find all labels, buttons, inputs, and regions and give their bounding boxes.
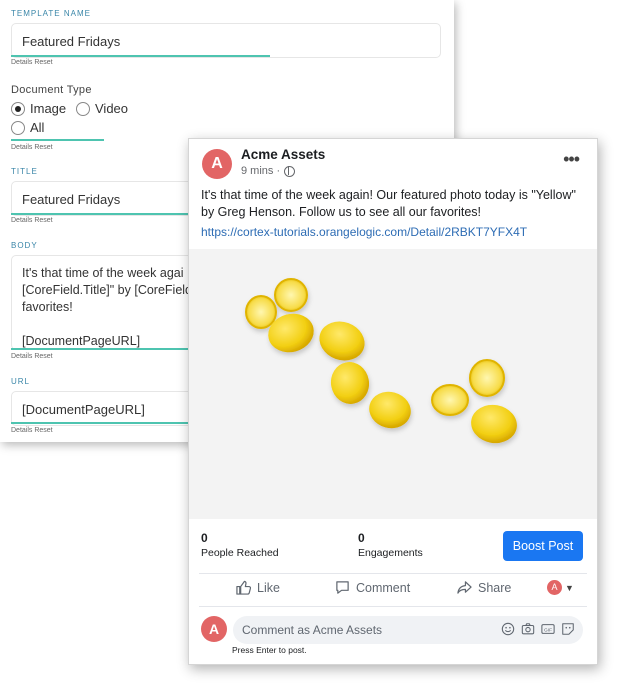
post-time: 9 mins ·: [241, 165, 296, 177]
title-details-reset[interactable]: Details Reset: [11, 217, 53, 224]
comment-input[interactable]: Comment as Acme Assets GIF: [233, 616, 583, 644]
document-type-details-reset[interactable]: Details Reset: [11, 144, 53, 151]
chevron-down-icon: ▼: [565, 582, 574, 593]
radio-unselected-icon: [76, 101, 90, 116]
sticker-icon[interactable]: [561, 622, 575, 636]
radio-selected-icon: [11, 101, 25, 116]
share-icon: [457, 580, 472, 595]
document-type-progress: [11, 139, 104, 141]
comment-tools: GIF: [501, 622, 575, 636]
page-name[interactable]: Acme Assets: [241, 147, 325, 162]
radio-video[interactable]: Video: [76, 101, 128, 116]
url-details-reset[interactable]: Details Reset: [11, 427, 53, 434]
share-label: Share: [478, 580, 512, 595]
comment-icon: [335, 580, 350, 595]
boost-post-button[interactable]: Boost Post: [503, 531, 583, 561]
emoji-icon[interactable]: [501, 622, 515, 636]
post-text: It's that time of the week again! Our fe…: [201, 188, 576, 219]
template-name-input[interactable]: Featured Fridays: [11, 23, 441, 58]
page-avatar[interactable]: A: [202, 149, 232, 179]
comment-button[interactable]: Comment: [335, 580, 410, 595]
more-options-icon[interactable]: •••: [563, 149, 580, 170]
people-reached-count: 0: [201, 531, 208, 545]
actions-divider-bottom: [199, 606, 587, 607]
radio-image-label: Image: [30, 101, 67, 116]
actions-divider-top: [199, 573, 587, 574]
engagements-count: 0: [358, 531, 365, 545]
title-label: TITLE: [11, 167, 38, 176]
radio-video-label: Video: [95, 101, 129, 116]
post-time-text: 9 mins ·: [241, 165, 281, 177]
template-name-details-reset[interactable]: Details Reset: [11, 59, 53, 66]
document-type-label: Document Type: [11, 84, 92, 96]
press-enter-hint: Press Enter to post.: [232, 645, 307, 655]
commenter-avatar[interactable]: A: [201, 616, 227, 642]
post-as-selector[interactable]: A ▼: [547, 580, 574, 595]
radio-all-label: All: [30, 120, 45, 135]
like-label: Like: [257, 580, 280, 595]
radio-image[interactable]: Image: [11, 101, 66, 116]
like-button[interactable]: Like: [236, 580, 280, 595]
share-button[interactable]: Share: [457, 580, 511, 595]
template-name-label: TEMPLATE NAME: [11, 9, 91, 18]
post-photo[interactable]: [189, 249, 597, 519]
comment-label: Comment: [356, 580, 411, 595]
post-preview-card: A Acme Assets 9 mins · ••• It's that tim…: [188, 138, 598, 665]
body-details-reset[interactable]: Details Reset: [11, 353, 53, 360]
camera-icon[interactable]: [521, 622, 535, 636]
post-link[interactable]: https://cortex-tutorials.orangelogic.com…: [201, 225, 527, 239]
body-label: BODY: [11, 241, 38, 250]
lemons-illustration: [189, 249, 597, 519]
thumbs-up-icon: [236, 580, 251, 595]
gif-icon[interactable]: GIF: [541, 622, 555, 636]
people-reached-label: People Reached: [201, 547, 279, 559]
globe-icon: [284, 165, 296, 177]
selector-avatar: A: [547, 580, 562, 595]
svg-text:GIF: GIF: [544, 627, 552, 633]
radio-unselected-icon: [11, 120, 25, 135]
radio-all[interactable]: All: [11, 120, 44, 135]
comment-placeholder: Comment as Acme Assets: [242, 623, 383, 637]
url-label: URL: [11, 377, 31, 386]
engagements-label: Engagements: [358, 547, 423, 559]
template-name-progress: [11, 55, 270, 57]
